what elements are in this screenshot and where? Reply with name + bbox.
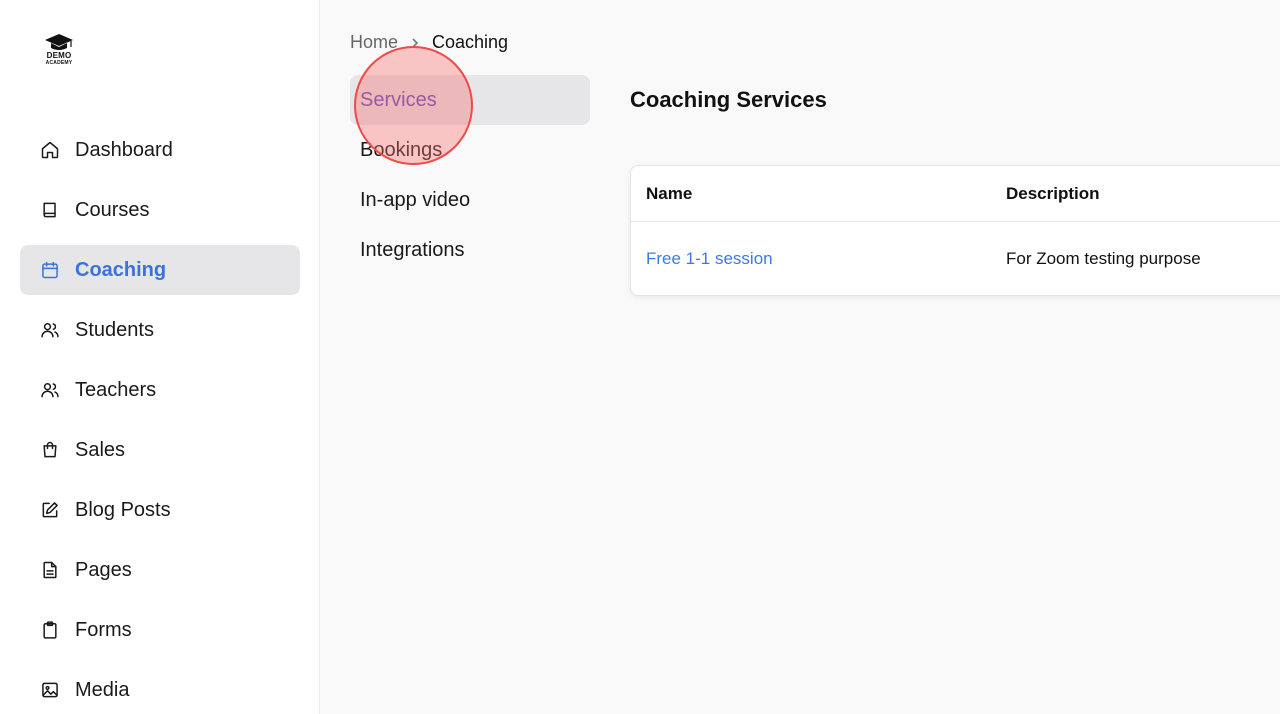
service-description: For Zoom testing purpose [1006,249,1201,268]
book-icon [40,200,60,220]
sidebar-item-students[interactable]: Students [20,305,300,355]
sidebar-item-dashboard[interactable]: Dashboard [20,125,300,175]
sidebar-item-coaching[interactable]: Coaching [20,245,300,295]
graduation-cap-icon [45,34,73,50]
sidebar-item-label: Teachers [75,378,157,401]
sidebar-nav: Dashboard Courses Coaching Students Teac… [20,125,300,714]
shopping-bag-icon [40,440,60,460]
subnav-item-integrations[interactable]: Integrations [350,225,590,275]
sidebar-item-label: Media [75,678,130,701]
subnav-item-in-app-video[interactable]: In-app video [350,175,590,225]
sidebar-item-label: Blog Posts [75,498,171,521]
sidebar-item-blog-posts[interactable]: Blog Posts [20,485,300,535]
logo[interactable]: DEMO ACADEMY [40,33,78,71]
logo-text: DEMO [46,51,72,60]
sidebar-item-sales[interactable]: Sales [20,425,300,475]
subnav-item-services[interactable]: Services [350,75,590,125]
subnav-item-bookings[interactable]: Bookings [350,125,590,175]
clipboard-icon [40,620,60,640]
calendar-icon [40,260,60,280]
home-icon [40,140,60,160]
file-text-icon [40,560,60,580]
sidebar-item-forms[interactable]: Forms [20,605,300,655]
sidebar-item-label: Pages [75,558,132,581]
page-title: Coaching Services [630,87,827,112]
sidebar-item-label: Sales [75,438,126,461]
sidebar-item-label: Dashboard [75,138,173,161]
breadcrumb: Home Coaching [350,32,508,53]
sidebar-item-courses[interactable]: Courses [20,185,300,235]
edit-icon [40,500,60,520]
column-header-description: Description [1006,184,1100,203]
service-name-link[interactable]: Free 1-1 session [646,249,773,269]
sidebar-item-media[interactable]: Media [20,665,300,714]
services-table: Name Description Free 1-1 session For Zo… [630,165,1280,296]
sidebar-item-label: Courses [75,198,150,221]
sidebar-item-label: Students [75,318,154,341]
users-icon [40,380,60,400]
table-header: Name Description [631,166,1280,222]
users-icon [40,320,60,340]
sidebar: DEMO ACADEMY Dashboard Courses Coaching [0,0,320,714]
breadcrumb-home[interactable]: Home [350,32,398,53]
column-header-name: Name [646,184,693,203]
logo-subtext: ACADEMY [45,60,73,66]
breadcrumb-current: Coaching [432,32,509,52]
coaching-subnav: Services Bookings In-app video Integrati… [350,75,590,275]
sidebar-item-label: Coaching [75,258,167,281]
image-icon [40,680,60,700]
table-row: Free 1-1 session For Zoom testing purpos… [631,222,1280,295]
sidebar-item-teachers[interactable]: Teachers [20,365,300,415]
sidebar-item-label: Forms [75,618,132,641]
sidebar-item-pages[interactable]: Pages [20,545,300,595]
chevron-right-icon [410,37,420,48]
